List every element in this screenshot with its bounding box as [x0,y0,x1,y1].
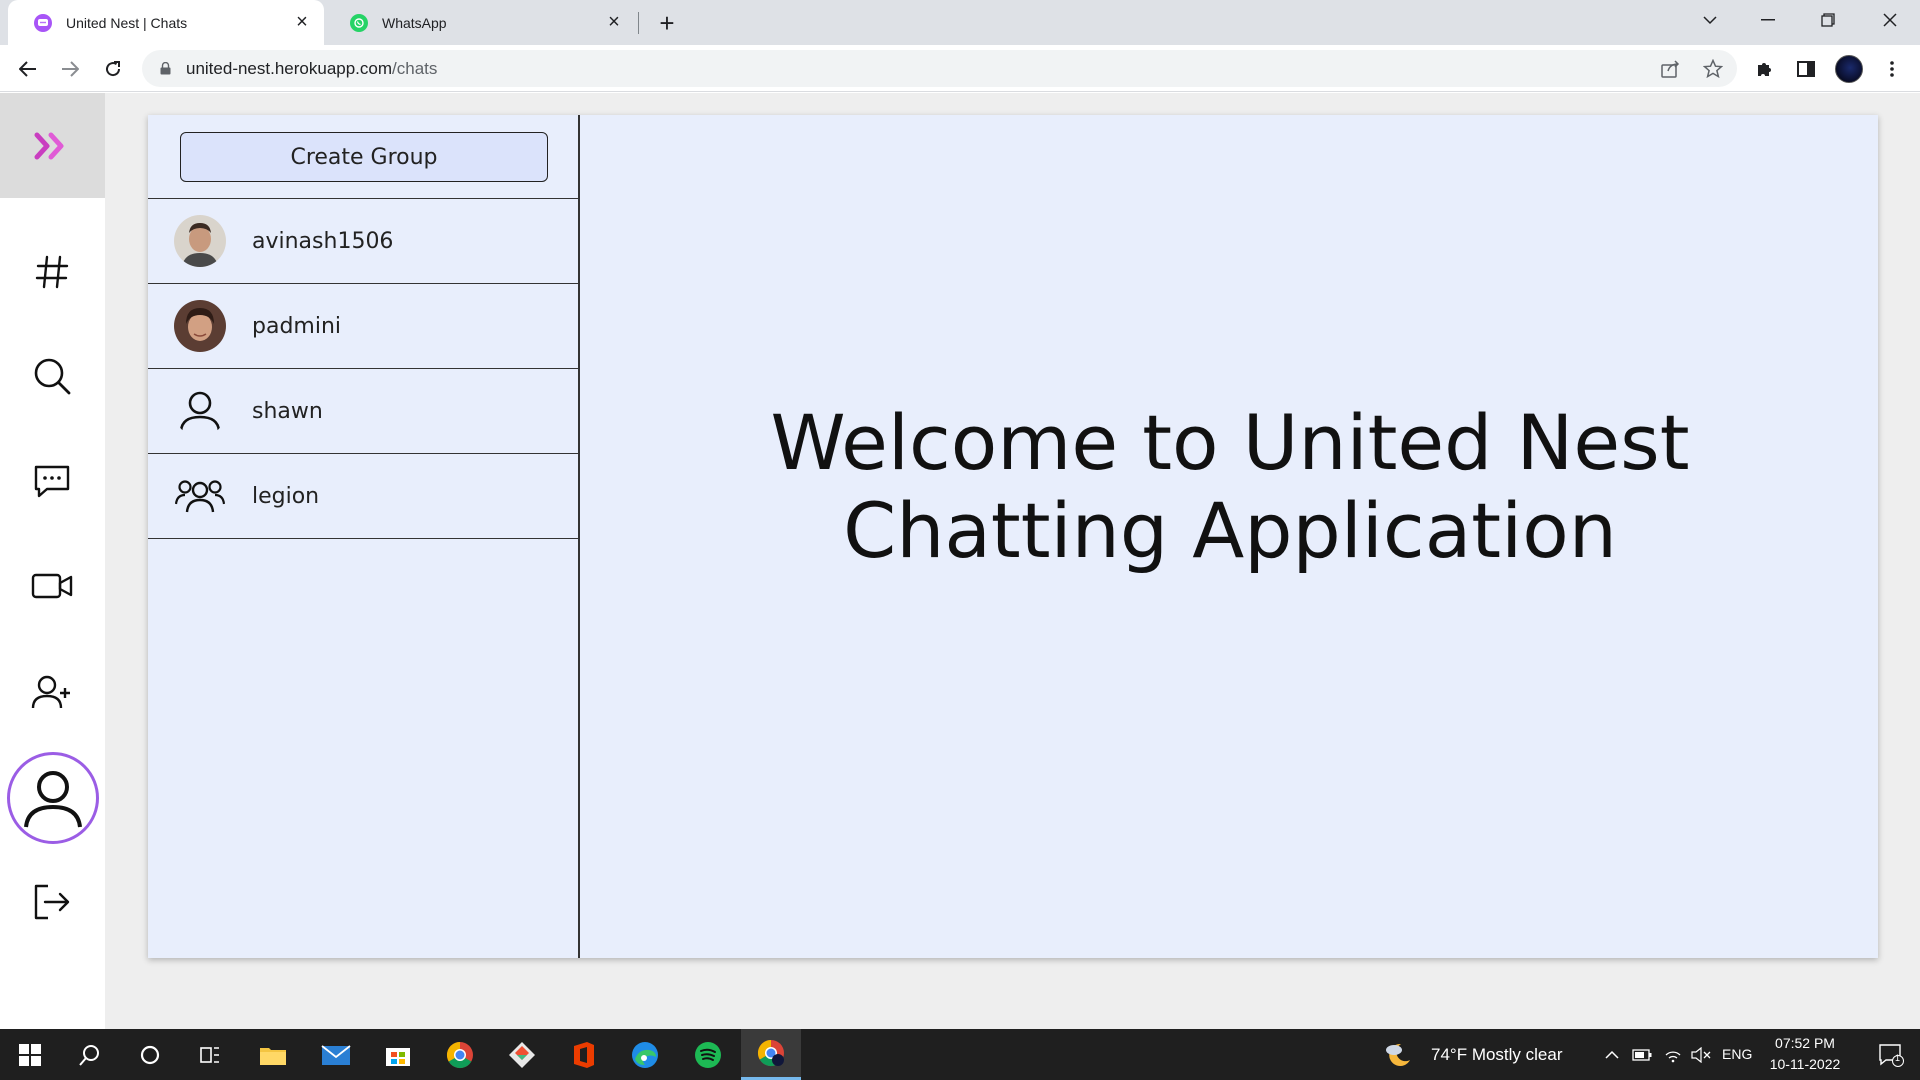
double-chevron-logo-icon [34,132,63,159]
chat-list: Create Group avinash1506 padmini shawn l… [148,115,580,958]
chrome-active-icon[interactable] [741,1029,801,1080]
welcome-area: Welcome to United Nest Chatting Applicat… [582,115,1878,958]
chat-name: legion [252,483,320,509]
tab-united-nest[interactable]: United Nest | Chats × [8,0,324,45]
battery-icon[interactable] [1628,1029,1656,1080]
video-icon[interactable] [24,558,80,614]
task-view-icon[interactable] [182,1029,238,1080]
extensions-puzzle-icon[interactable] [1749,53,1781,85]
tab-search-chevron-icon[interactable] [1690,0,1730,40]
user-icon [174,385,226,437]
tab-title: WhatsApp [382,14,447,31]
chat-panel: Create Group avinash1506 padmini shawn l… [148,115,1878,958]
close-window-icon[interactable] [1870,0,1910,40]
reload-icon[interactable] [97,53,129,85]
chat-item-shawn[interactable]: shawn [148,369,578,454]
chat-item-legion[interactable]: legion [148,454,578,539]
weather-moon-icon[interactable] [1378,1029,1418,1080]
bookmark-star-icon[interactable] [1700,56,1726,82]
restore-icon[interactable] [1808,0,1848,40]
close-tab-icon[interactable]: × [602,11,626,35]
share-icon[interactable] [1658,56,1684,82]
chat-icon[interactable] [24,454,80,510]
taskbar: 74°F Mostly clear ENG 07:52 PM 10-11-202… [0,1029,1920,1080]
weather-text[interactable]: 74°F Mostly clear [1431,1045,1563,1065]
logout-icon[interactable] [24,874,80,930]
edge-icon[interactable] [617,1029,673,1080]
search-icon[interactable] [24,348,80,404]
create-group-button[interactable]: Create Group [180,132,548,182]
avatar [174,215,226,267]
chat-item-padmini[interactable]: padmini [148,284,578,369]
cortana-icon[interactable] [122,1029,178,1080]
clock[interactable]: 07:52 PM 10-11-2022 [1755,1033,1855,1075]
url-host: united-nest.herokuapp.com [186,58,393,78]
tab-whatsapp[interactable]: WhatsApp × [324,0,636,45]
language-indicator[interactable]: ENG [1722,1046,1752,1062]
clock-date: 10-11-2022 [1769,1056,1841,1072]
file-explorer-icon[interactable] [245,1029,301,1080]
chat-name: shawn [252,398,323,424]
avatar [174,300,226,352]
notification-center-icon[interactable]: 1 [1866,1029,1916,1080]
tray-chevron-up-icon[interactable] [1598,1029,1626,1080]
store-icon[interactable] [370,1029,426,1080]
profile-avatar[interactable] [1833,53,1865,85]
chat-name: padmini [252,313,342,339]
close-tab-icon[interactable]: × [290,11,314,35]
office-icon[interactable] [556,1029,612,1080]
spotify-icon[interactable] [680,1029,736,1080]
volume-muted-icon[interactable] [1687,1029,1715,1080]
minimize-icon[interactable] [1748,0,1788,40]
windows-start-icon[interactable] [2,1029,58,1080]
chat-item-avinash1506[interactable]: avinash1506 [148,199,578,284]
url-path: /chats [392,58,438,78]
mail-icon[interactable] [308,1029,364,1080]
forward-arrow-icon[interactable] [54,53,86,85]
browser-toolbar: united-nest.herokuapp.com/chats [0,45,1920,92]
side-panel-icon[interactable] [1790,53,1822,85]
sidebar-logo[interactable] [0,93,105,198]
back-arrow-icon[interactable] [12,53,44,85]
clock-time: 07:52 PM [1775,1035,1835,1051]
chat-name: avinash1506 [252,228,394,254]
chat-bubble-icon [34,13,52,32]
sidebar [0,93,105,1029]
create-group-area: Create Group [148,115,578,199]
git-app-icon[interactable] [494,1029,550,1080]
channels-hash-icon[interactable] [24,244,80,300]
search-icon[interactable] [62,1029,118,1080]
kebab-menu-icon[interactable] [1876,53,1908,85]
group-icon [174,470,226,522]
url-text: united-nest.herokuapp.com/chats [186,59,437,79]
notification-badge: 1 [1895,1053,1901,1063]
avatar [1835,55,1863,83]
app-area: Create Group avinash1506 padmini shawn l… [0,93,1920,1029]
new-tab-icon[interactable]: + [652,8,682,38]
address-bar[interactable]: united-nest.herokuapp.com/chats [142,50,1737,87]
lock-icon[interactable] [158,62,172,76]
whatsapp-icon [350,13,368,32]
add-user-icon[interactable] [24,664,80,720]
browser-tab-strip: United Nest | Chats × WhatsApp × + [0,0,1920,45]
chrome-icon[interactable] [432,1029,488,1080]
welcome-message: Welcome to United Nest Chatting Applicat… [770,397,1690,575]
tab-title: United Nest | Chats [66,14,188,31]
tab-divider [638,12,639,34]
wifi-icon[interactable] [1659,1029,1687,1080]
profile-icon[interactable] [7,752,99,844]
